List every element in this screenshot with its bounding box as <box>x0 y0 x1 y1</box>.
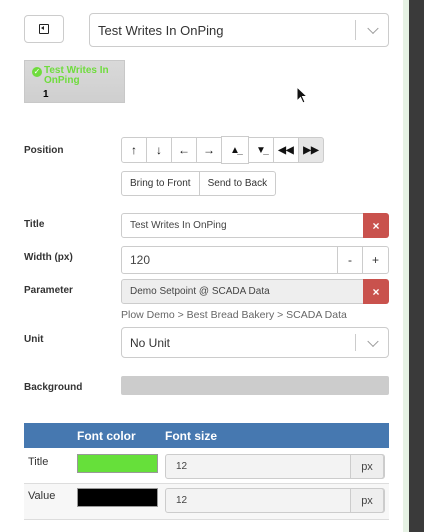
title-font-size-value: 12 <box>176 461 188 472</box>
value-font-size-input[interactable]: 12 px <box>165 488 385 513</box>
select-divider <box>355 20 356 40</box>
move-top-button[interactable]: ▲̲ <box>221 136 249 164</box>
title-font-color-swatch[interactable] <box>77 454 158 473</box>
font-row-label: Title <box>28 456 49 468</box>
double-right-icon: ▶▶ <box>303 144 319 156</box>
select-divider <box>355 334 356 351</box>
chevron-down-icon <box>367 335 379 347</box>
arrow-down-icon: ↓ <box>156 143 162 157</box>
width-input-value: 120 <box>130 253 151 267</box>
font-table-header: Font color Font size <box>24 423 389 448</box>
title-input[interactable]: Test Writes In OnPing <box>121 213 364 238</box>
layer-button-group: Bring to Front Send to Back <box>121 171 277 196</box>
chevron-down-icon <box>367 22 379 35</box>
back-square-icon <box>39 24 49 34</box>
title-label: Title <box>24 219 45 230</box>
move-far-left-button[interactable]: ◀◀ <box>273 137 299 163</box>
double-down-icon: ▼̲ <box>256 144 266 156</box>
width-decrement-button[interactable]: - <box>337 246 363 274</box>
position-arrow-group: ↑ ↓ ← → ▲̲ ▼̲ ◀◀ ▶▶ <box>121 136 324 164</box>
unit-label: Unit <box>24 334 44 345</box>
clear-parameter-button[interactable]: × <box>363 279 389 304</box>
move-right-button[interactable]: → <box>196 137 222 163</box>
unit-select-value: No Unit <box>130 335 171 350</box>
move-left-button[interactable]: ← <box>171 137 197 163</box>
back-button[interactable] <box>24 15 64 43</box>
clear-title-button[interactable]: × <box>363 213 389 238</box>
double-up-icon: ▲̲ <box>230 144 240 156</box>
background-color-swatch[interactable] <box>121 376 389 395</box>
bring-to-front-button[interactable]: Bring to Front <box>121 171 200 196</box>
px-unit-addon: px <box>350 454 384 479</box>
width-input[interactable]: 120 <box>121 246 338 274</box>
preview-value: 1 <box>43 89 49 100</box>
preview-title: Test Writes In OnPing <box>44 65 109 86</box>
parameter-input-value: Demo Setpoint @ SCADA Data <box>130 286 270 297</box>
widget-select[interactable]: Test Writes In OnPing <box>89 13 389 47</box>
font-color-column-header: Font color <box>77 429 136 443</box>
font-row-title: Title 12 px <box>24 448 389 484</box>
move-up-button[interactable]: ↑ <box>121 137 147 163</box>
plus-icon: + <box>371 253 379 267</box>
close-icon: × <box>372 284 380 299</box>
title-input-value: Test Writes In OnPing <box>130 220 227 231</box>
background-label: Background <box>24 382 83 393</box>
move-bottom-button[interactable]: ▼̲ <box>248 137 274 163</box>
background-canvas <box>409 0 424 532</box>
move-down-button[interactable]: ↓ <box>146 137 172 163</box>
send-to-back-button[interactable]: Send to Back <box>198 171 277 196</box>
px-unit-addon: px <box>350 488 384 513</box>
arrow-right-icon: → <box>203 143 215 157</box>
close-icon: × <box>372 218 380 233</box>
arrow-left-icon: ← <box>178 143 190 157</box>
widget-select-value: Test Writes In OnPing <box>98 22 224 38</box>
parameter-path: Plow Demo > Best Bread Bakery > SCADA Da… <box>121 309 347 321</box>
width-label: Width (px) <box>24 252 73 263</box>
value-font-size-value: 12 <box>176 495 188 506</box>
font-row-label: Value <box>28 490 56 502</box>
widget-preview: ✓ Test Writes In OnPing 1 <box>24 60 125 103</box>
value-font-color-swatch[interactable] <box>77 488 158 507</box>
arrow-up-icon: ↑ <box>131 143 137 157</box>
title-font-size-input[interactable]: 12 px <box>165 454 385 479</box>
double-left-icon: ◀◀ <box>278 144 294 156</box>
parameter-label: Parameter <box>24 285 73 296</box>
width-increment-button[interactable]: + <box>362 246 389 274</box>
move-far-right-button[interactable]: ▶▶ <box>298 137 324 163</box>
position-label: Position <box>24 145 64 156</box>
font-row-value: Value 12 px <box>24 484 389 520</box>
minus-icon: - <box>348 253 352 267</box>
unit-select[interactable]: No Unit <box>121 327 389 358</box>
parameter-input[interactable]: Demo Setpoint @ SCADA Data <box>121 279 364 304</box>
widget-editor-panel: Test Writes In OnPing ✓ Test Writes In O… <box>0 0 409 532</box>
font-size-column-header: Font size <box>165 429 218 443</box>
